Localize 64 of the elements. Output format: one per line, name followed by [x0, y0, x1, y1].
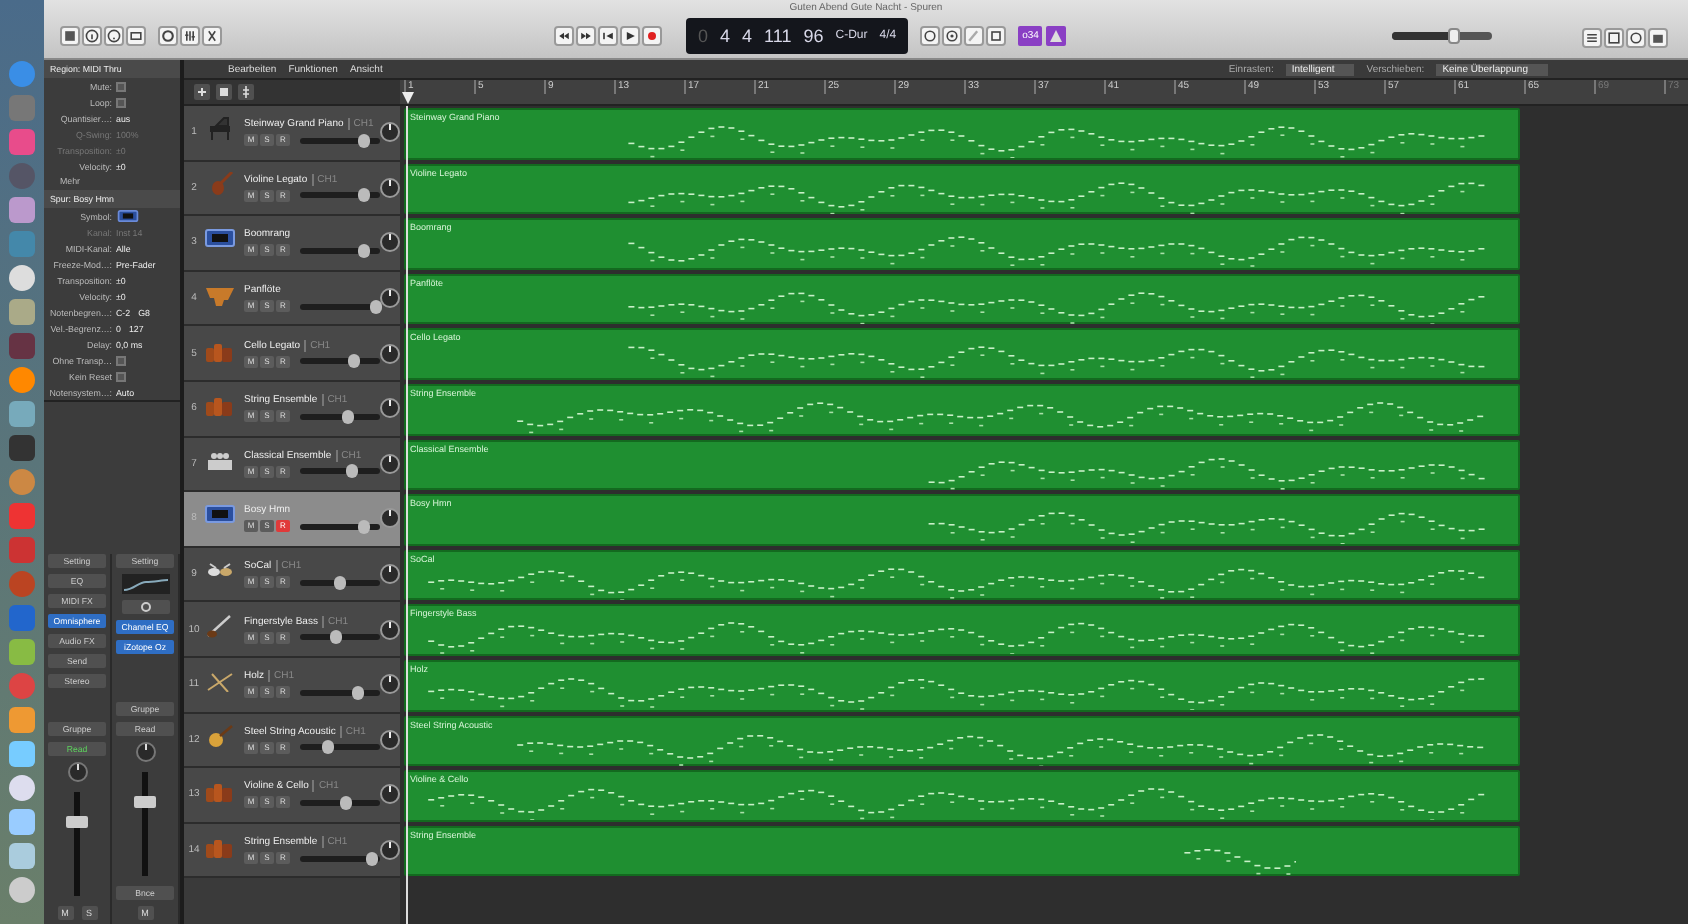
- volume-slider[interactable]: [300, 579, 380, 586]
- pan-knob[interactable]: [380, 508, 400, 529]
- pan-knob[interactable]: [380, 177, 400, 198]
- string-instruments-icon: [204, 834, 236, 859]
- lcd-value: 0: [698, 26, 709, 46]
- link-button[interactable]: [121, 600, 169, 614]
- add-track-button[interactable]: [194, 84, 210, 100]
- volume-slider[interactable]: [300, 303, 380, 310]
- lcd-value: 4: [742, 26, 753, 46]
- ensemble-icon: [204, 447, 236, 472]
- master-volume-slider[interactable]: [1392, 32, 1492, 40]
- checkbox[interactable]: [116, 81, 126, 91]
- pan-knob[interactable]: [380, 343, 400, 364]
- pan-knob[interactable]: [380, 729, 400, 750]
- volume-slider[interactable]: [300, 192, 380, 199]
- volume-slider[interactable]: [300, 855, 380, 862]
- checkbox[interactable]: [116, 355, 126, 365]
- volume-slider[interactable]: [300, 689, 380, 696]
- checkbox[interactable]: [116, 371, 126, 381]
- app-icon[interactable]: [8, 264, 36, 292]
- volume-slider[interactable]: [300, 137, 380, 144]
- pan-knob[interactable]: [380, 619, 400, 640]
- volume-slider[interactable]: [300, 523, 380, 530]
- string-instruments-icon: [204, 778, 236, 803]
- pan-knob[interactable]: [380, 453, 400, 474]
- eq-curve-thumbnail[interactable]: [121, 574, 169, 594]
- pan-knob[interactable]: [380, 840, 400, 861]
- volume-slider[interactable]: [300, 634, 380, 641]
- volume-slider[interactable]: [300, 468, 380, 475]
- volume-slider[interactable]: [300, 799, 380, 806]
- app-icon[interactable]: [8, 740, 36, 768]
- lcd-value: 4: [720, 26, 731, 46]
- volume-slider[interactable]: [300, 247, 380, 254]
- pan-knob[interactable]: [380, 288, 400, 309]
- app-icon[interactable]: [8, 876, 36, 904]
- global-tracks-button[interactable]: [238, 84, 254, 100]
- lcd-value: 96: [803, 26, 824, 46]
- bass-guitar-icon: [204, 613, 236, 638]
- volume-slider[interactable]: [300, 413, 380, 420]
- piano-icon: [204, 116, 236, 141]
- app-icon[interactable]: [8, 774, 36, 802]
- string-instruments-icon: [204, 392, 236, 417]
- guitar-icon: [204, 723, 236, 748]
- track-options-button[interactable]: [216, 84, 232, 100]
- keyboard-icon: [204, 502, 236, 527]
- pan-knob[interactable]: [380, 784, 400, 805]
- pan-knob[interactable]: [380, 232, 400, 253]
- sticks-icon: [204, 668, 236, 693]
- volume-slider[interactable]: [300, 358, 380, 365]
- app-icon[interactable]: [8, 808, 36, 836]
- keyboard-icon: [204, 226, 236, 251]
- panflute-icon: [204, 282, 236, 307]
- app-icon[interactable]: [8, 842, 36, 870]
- pan-knob[interactable]: [67, 762, 87, 782]
- pan-knob[interactable]: [380, 398, 400, 419]
- pan-knob[interactable]: [135, 742, 155, 762]
- volume-slider[interactable]: [300, 744, 380, 751]
- keyboard-icon[interactable]: [116, 210, 140, 222]
- app-icon[interactable]: [8, 434, 36, 462]
- lcd-value: 111: [764, 26, 792, 46]
- pan-knob[interactable]: [380, 674, 400, 695]
- pan-knob[interactable]: [380, 122, 400, 143]
- checkbox[interactable]: [116, 97, 126, 107]
- pan-knob[interactable]: [380, 564, 400, 585]
